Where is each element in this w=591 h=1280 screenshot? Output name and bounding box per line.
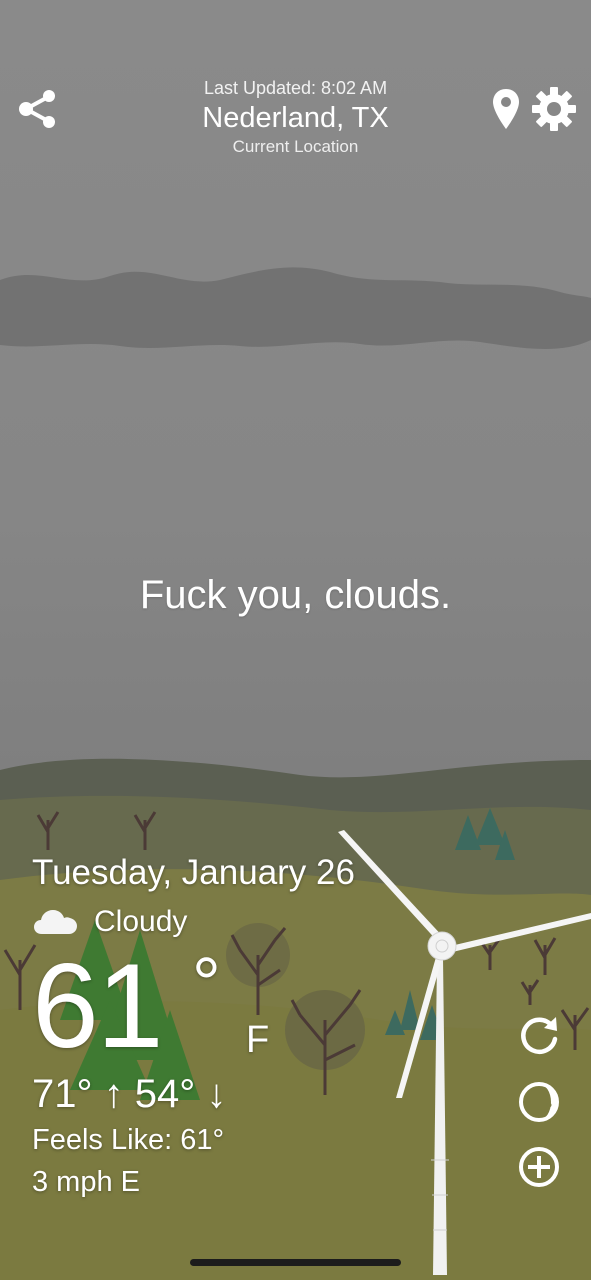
location-button[interactable]: [482, 85, 530, 133]
weather-message: Fuck you, clouds.: [139, 573, 452, 617]
home-indicator[interactable]: [190, 1259, 401, 1266]
add-location-button[interactable]: [514, 1142, 564, 1192]
temperature-block: 61 ° F: [32, 944, 355, 1066]
moon-phase-button[interactable]: [514, 1077, 564, 1127]
gear-icon: [532, 87, 576, 131]
cloud-icon: [34, 910, 77, 934]
date-text: Tuesday, January 26: [32, 853, 355, 892]
high-low-temperature: 71° ↑ 54° ↓: [32, 1072, 227, 1116]
refresh-button[interactable]: [514, 1010, 564, 1060]
feels-like-text: Feels Like: 61°: [32, 1124, 225, 1156]
temperature-unit: F: [246, 1019, 270, 1061]
weather-screen: Last Updated: 8:02 AM Nederland, TX Curr…: [0, 0, 591, 1280]
settings-button[interactable]: [530, 85, 578, 133]
moon-phase-icon: [519, 1082, 559, 1122]
refresh-icon: [521, 1017, 558, 1055]
add-icon: [519, 1147, 559, 1187]
condition-row: Cloudy: [32, 902, 355, 942]
cloud-band: [0, 267, 591, 349]
wind-text: 3 mph E: [32, 1166, 140, 1198]
location-label: Current Location: [232, 137, 359, 156]
condition-text: Cloudy: [94, 905, 188, 938]
weather-details: Tuesday, January 26 Cloudy 61 ° F 71° ↑ …: [32, 850, 355, 1202]
current-temperature: 61: [32, 939, 163, 1073]
degree-symbol: °: [192, 944, 221, 1024]
location-pin-icon: [493, 89, 519, 129]
